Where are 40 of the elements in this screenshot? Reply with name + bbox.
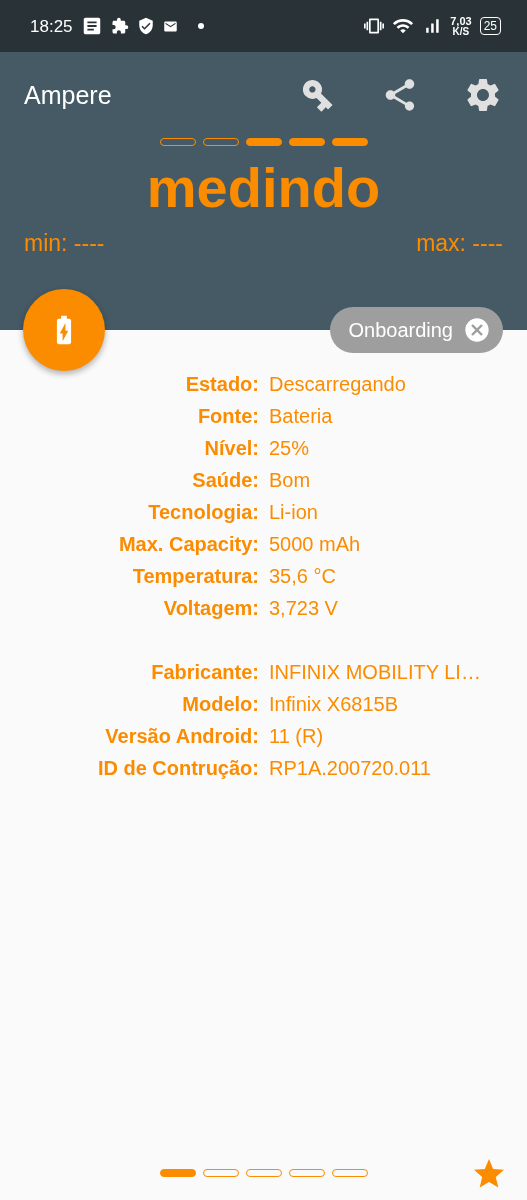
info-label: Modelo: (181, 692, 259, 717)
info-label: Nível: (203, 436, 259, 461)
speed-unit: K/S (452, 26, 470, 37)
info-value: 5000 mAh (269, 532, 362, 557)
info-label: Fabricante: (150, 660, 259, 685)
info-label: Versão Android: (104, 724, 259, 749)
network-speed: 7,03 (450, 15, 472, 27)
info-value: Bom (269, 468, 312, 493)
reading: medindo (145, 160, 382, 216)
info-value: 35,6 °C (269, 564, 337, 589)
info-value: RP1A.200720.011 (269, 756, 432, 781)
battery-level: 25 (479, 17, 501, 35)
clock: 18:25 (30, 17, 73, 35)
min-value: min: ---- (24, 230, 105, 257)
vibrate-icon (364, 16, 385, 36)
info-value: Li-ion (269, 500, 319, 525)
app-title: Ampere (24, 80, 113, 110)
shield-icon (136, 17, 155, 35)
close-icon[interactable] (463, 316, 491, 344)
info-label: ID de Contrução: (96, 756, 259, 781)
page-indicator[interactable] (159, 1169, 196, 1177)
info-label: Tecnologia: (147, 500, 259, 525)
info-value: 11 (R) (269, 724, 325, 749)
puzzle-icon (110, 17, 129, 35)
info-value: INFINIX MOBILITY LI… (269, 660, 482, 685)
info-value: 25% (269, 436, 311, 461)
info-value: 3,723 V (269, 596, 339, 621)
info-value: Bateria (269, 404, 334, 429)
info-label: Estado: (184, 372, 259, 397)
info-value: Descarregando (269, 372, 407, 397)
battery-button[interactable] (23, 289, 105, 371)
info-label: Fonte: (196, 404, 259, 429)
info-value: Infinix X6815B (269, 692, 399, 717)
notification-dot (197, 23, 204, 29)
info-label: Temperatura: (131, 564, 259, 589)
info-label: Saúde: (191, 468, 259, 493)
max-value: max: ---- (416, 230, 503, 257)
onboarding-chip[interactable]: Onboarding (330, 307, 503, 353)
info-label: Voltagem: (162, 596, 259, 621)
info-label: Max. Capacity: (117, 532, 259, 557)
